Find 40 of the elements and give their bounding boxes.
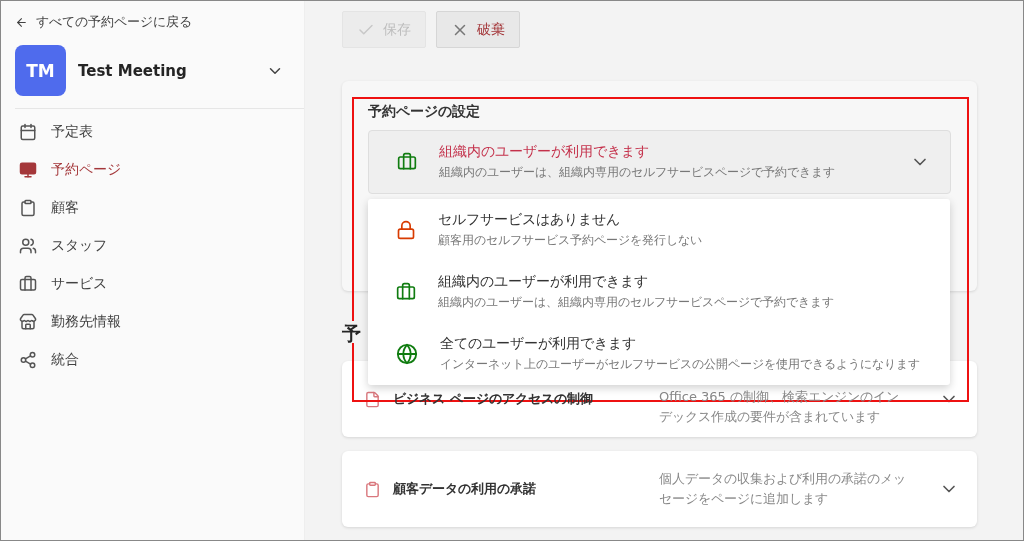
clipboard-icon: [19, 199, 37, 217]
avatar: TM: [15, 45, 66, 96]
document-icon: [364, 390, 381, 408]
option-title: セルフサービスはありません: [438, 211, 621, 229]
section-description: 個人データの収集および利用の承諾のメッセージをページに追加します: [659, 470, 907, 508]
toolbar-button[interactable]: 破棄: [436, 11, 520, 48]
dropdown-option[interactable]: 組織内のユーザーが利用できます 組織内のユーザーは、組織内専用のセルフサービスページで予約できます: [368, 261, 950, 323]
option-description: 組織内のユーザーは、組織内専用のセルフサービスページで予約できます: [438, 294, 835, 311]
briefcase-icon: [19, 275, 37, 293]
nav-item[interactable]: 顧客: [15, 189, 79, 227]
back-arrow-icon: [15, 15, 28, 29]
option-title: 全てのユーザーが利用できます: [440, 335, 637, 353]
monitor-icon: [19, 161, 37, 179]
option-title: 組織内のユーザーが利用できます: [438, 273, 649, 291]
briefcase-icon: [396, 282, 416, 302]
section-card[interactable]: 顧客データの利用の承諾 個人データの収集および利用の承諾のメッセージをページに追加します: [342, 451, 977, 527]
briefcase-icon: [397, 152, 417, 172]
section-heading: 予: [342, 321, 361, 343]
dropdown-option[interactable]: セルフサービスはありません 顧客用のセルフサービス予約ページを発行しない: [368, 199, 950, 261]
globe-icon: [396, 343, 418, 365]
option-title: 組織内のユーザーが利用できます: [439, 143, 650, 161]
store-icon: [19, 313, 37, 331]
nav-item[interactable]: 統合: [15, 341, 79, 379]
nav-item[interactable]: スタッフ: [15, 227, 107, 265]
padlock-icon: [396, 220, 416, 240]
people-icon: [19, 237, 37, 255]
nav-item[interactable]: 予定表: [15, 113, 93, 151]
section-title: 顧客データの利用の承諾: [393, 480, 537, 498]
meeting-name: Test Meeting: [78, 61, 188, 80]
nav-item[interactable]: 勤務先情報: [15, 303, 121, 341]
option-description: 顧客用のセルフサービス予約ページを発行しない: [438, 232, 703, 249]
nodes-icon: [19, 351, 37, 369]
calendar-icon: [19, 123, 37, 141]
back-link[interactable]: すべての予約ページに戻る: [15, 11, 192, 33]
option-description: 組織内のユーザーは、組織内専用のセルフサービスページで予約できます: [439, 164, 836, 181]
nav-item[interactable]: 予約ページ: [15, 151, 121, 189]
card-title: 予約ページの設定: [368, 103, 481, 121]
dropdown-select[interactable]: 組織内のユーザーが利用できます 組織内のユーザーは、組織内専用のセルフサービスページで予約できます: [368, 130, 951, 194]
clipboard-icon: [364, 480, 381, 498]
nav-item[interactable]: サービス: [15, 265, 107, 303]
